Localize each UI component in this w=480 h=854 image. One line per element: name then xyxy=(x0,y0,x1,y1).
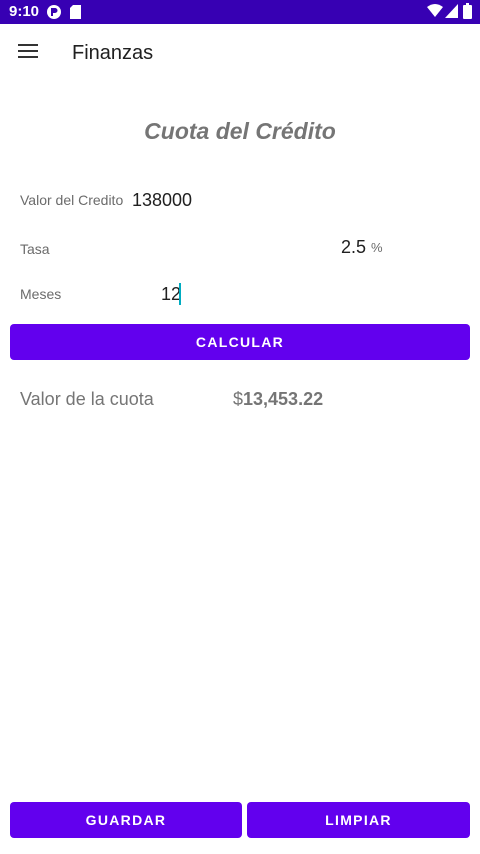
sd-card-icon xyxy=(69,4,82,25)
signal-icon xyxy=(445,4,458,23)
meses-label: Meses xyxy=(20,286,62,302)
status-time: 9:10 xyxy=(9,3,40,20)
page-title: Cuota del Crédito xyxy=(144,118,336,144)
calcular-button[interactable]: CALCULAR xyxy=(10,324,470,360)
status-bar: 9:10 xyxy=(0,0,480,24)
app-title: Finanzas xyxy=(72,42,154,64)
valor-credito-input[interactable]: 138000 xyxy=(132,190,192,211)
cuota-amount: 13,453.22 xyxy=(243,389,324,409)
currency-symbol: $ xyxy=(233,389,244,409)
guardar-button[interactable]: GUARDAR xyxy=(10,802,242,838)
tasa-label: Tasa xyxy=(20,241,50,257)
cuota-label: Valor de la cuota xyxy=(20,389,154,409)
valor-credito-label: Valor del Credito xyxy=(20,192,124,208)
app-bar: Finanzas xyxy=(0,24,480,80)
text-cursor xyxy=(179,283,181,305)
tasa-input[interactable]: 2.5 xyxy=(341,237,366,258)
wifi-icon xyxy=(427,4,443,23)
cuota-value: $13,453.22 xyxy=(233,389,323,410)
status-app-icon xyxy=(46,4,62,25)
limpiar-button[interactable]: LIMPIAR xyxy=(247,802,470,838)
battery-icon xyxy=(463,3,472,24)
menu-icon[interactable] xyxy=(18,43,38,59)
tasa-percent-unit: % xyxy=(371,240,383,255)
